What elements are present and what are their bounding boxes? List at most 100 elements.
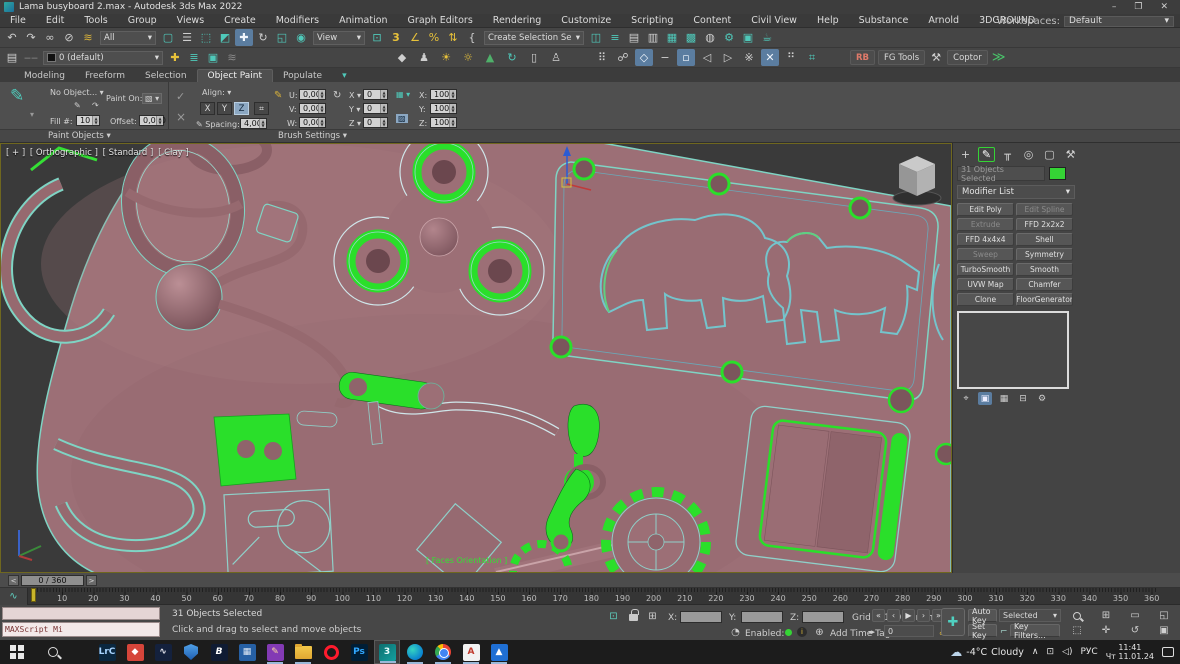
paint-on-dropdown[interactable]: ▧ ▾ [142, 93, 162, 104]
show-end-result-icon[interactable]: ▣ [978, 392, 992, 405]
selection-set-key-dropdown[interactable]: Selected▾ [999, 609, 1061, 622]
menu-item[interactable]: Views [167, 15, 215, 26]
taskbar-chrome[interactable] [430, 640, 456, 664]
ribbon-tab[interactable]: Freeform [75, 70, 135, 82]
edit-named-selection-icon[interactable]: { [463, 29, 481, 46]
populate-icon[interactable]: ♙ [547, 49, 565, 66]
schematic-view-icon[interactable]: ▩ [682, 29, 700, 46]
align-y-button[interactable]: Y [217, 102, 232, 115]
modifier-button[interactable]: UVW Map [957, 278, 1014, 291]
pan-icon[interactable]: ✛ [1095, 624, 1117, 637]
restore-button[interactable]: ❐ [1134, 2, 1142, 12]
taskbar-acrobat[interactable]: A [458, 640, 484, 664]
no-object-dropdown[interactable]: No Object... ▾ [50, 88, 104, 97]
redo-icon[interactable]: ↷ [22, 29, 40, 46]
modifier-button[interactable]: Clone [957, 293, 1014, 306]
zoom-icon[interactable] [1066, 609, 1088, 622]
scale-z-spinner[interactable]: 100▲▼ [430, 117, 457, 128]
create-tab-icon[interactable]: + [957, 147, 974, 162]
network-icon[interactable]: ⊡ [1047, 647, 1055, 657]
rotate-x-spinner[interactable]: 0▲▼ [363, 89, 388, 100]
pin-stack-icon[interactable]: ⌖ [959, 392, 973, 405]
set-keys-button[interactable]: ✚ [941, 608, 965, 636]
menu-item[interactable]: Rendering [483, 15, 552, 26]
taskbar-photoshop[interactable]: Ps [346, 640, 372, 664]
foliage-icon[interactable]: ▲ [481, 49, 499, 66]
modifier-button[interactable]: FloorGenerator [1016, 293, 1073, 306]
viewport-shading-menu[interactable]: [ Clay ] [158, 148, 189, 158]
modifier-button[interactable]: Edit Spline [1016, 203, 1073, 216]
menu-item[interactable]: Customize [551, 15, 621, 26]
object-color-swatch[interactable] [1049, 167, 1066, 180]
taskbar-red-app[interactable]: ◆ [122, 640, 148, 664]
current-frame-marker[interactable] [31, 588, 36, 602]
modifier-stack-list[interactable] [957, 311, 1069, 389]
fill-spinner[interactable]: 10▲▼ [76, 115, 100, 126]
maxscript-mini-listener-input[interactable]: MAXScript Mi [2, 622, 160, 637]
mirror-icon[interactable]: ◫ [587, 29, 605, 46]
taskbar-search[interactable] [40, 640, 66, 664]
maximize-viewport-icon[interactable]: ▣ [1153, 624, 1175, 637]
v-spinner[interactable]: 0,000▲▼ [299, 103, 326, 114]
align-icon[interactable]: ≡ [606, 29, 624, 46]
taskbar-curve-app[interactable]: ∿ [150, 640, 176, 664]
ribbon-tab[interactable]: Object Paint [197, 69, 273, 82]
create-layer-icon[interactable]: ✚ [166, 49, 184, 66]
layer-dropdown[interactable]: 0 (default)▾ [43, 51, 163, 65]
window-crossing-icon[interactable]: ◩ [216, 29, 234, 46]
workspaces-dropdown[interactable]: Default▾ [1064, 16, 1174, 27]
taskbar-paint[interactable]: ✎ [262, 640, 288, 664]
select-and-link-icon[interactable]: ∞ [41, 29, 59, 46]
taskbar-calculator[interactable]: ▦ [234, 640, 260, 664]
coordsys-dropdown[interactable]: View▾ [313, 31, 365, 45]
taskbar-photos[interactable]: ▲ [486, 640, 512, 664]
taskbar-explorer[interactable] [290, 640, 316, 664]
taskbar-b-app[interactable]: B [206, 640, 232, 664]
select-and-place-icon[interactable]: ◉ [292, 29, 310, 46]
taskbar-3dsmax[interactable]: 3 [374, 640, 400, 664]
hierarchy-tab-icon[interactable]: ╥ [999, 147, 1016, 162]
viewport-general-menu[interactable]: [ + ] [6, 148, 25, 158]
weather-widget[interactable]: ☁ -4°C Cloudy [950, 645, 1024, 659]
play-button[interactable]: ▶ [902, 609, 915, 622]
menu-item[interactable]: Substance [849, 15, 919, 26]
align-x-button[interactable]: X [200, 102, 215, 115]
zoom-extents-all-icon[interactable]: ◱ [1153, 609, 1175, 622]
menu-item[interactable]: Help [807, 15, 849, 26]
menu-item[interactable]: Graph Editors [398, 15, 483, 26]
x-coord-field[interactable] [680, 611, 722, 623]
object-name-field[interactable]: 31 Objects Selected [957, 166, 1045, 181]
menu-item[interactable]: Group [118, 15, 167, 26]
link-tools-icon[interactable]: ☍ [614, 49, 632, 66]
menu-item[interactable]: Civil View [741, 15, 807, 26]
wall-ruler-icon[interactable]: ⌗ [803, 49, 821, 66]
clock[interactable]: 11:41Чт 11.01.24 [1106, 643, 1154, 661]
menu-item[interactable]: Modifiers [266, 15, 329, 26]
layer-tools-icon[interactable]: ‒‒ [22, 49, 40, 66]
cancel-cross-icon[interactable]: × [176, 110, 186, 124]
dot-cursor-icon[interactable]: ▫ [677, 49, 695, 66]
paint-objects-panel-title[interactable]: Paint Objects ▾ [48, 131, 111, 141]
configure-modifier-sets-icon[interactable]: ⚙ [1035, 392, 1049, 405]
time-tag-icon[interactable]: ⊕ [812, 626, 827, 639]
edit-object-button[interactable]: ✎ [74, 101, 81, 110]
percent-snap-icon[interactable]: % [425, 29, 443, 46]
grid-a-icon[interactable]: ⠛ [782, 49, 800, 66]
rotate-y-spinner[interactable]: 0▲▼ [363, 103, 388, 114]
align-dropdown[interactable]: Align: ▾ [202, 88, 231, 97]
modify-tab-icon[interactable]: ✎ [978, 147, 995, 162]
zoom-all-icon[interactable]: ⊞ [1095, 609, 1117, 622]
brush-settings-panel-title[interactable]: Brush Settings ▾ [278, 131, 347, 141]
sunlight-icon[interactable]: ☼ [459, 49, 477, 66]
wings-plugin-icon[interactable]: ≫ [990, 49, 1008, 66]
menu-item[interactable]: File [0, 15, 36, 26]
pick-object-button[interactable]: ↷ [92, 101, 99, 110]
viewport-pov-menu[interactable]: [ Orthographic ] [30, 148, 98, 158]
bind-to-spacewarp-icon[interactable]: ≋ [79, 29, 97, 46]
time-slider-handle[interactable]: 0 / 360 [21, 575, 84, 586]
fg-tools-button[interactable]: FG Tools [878, 50, 925, 65]
w-spinner[interactable]: 0,000▲▼ [299, 117, 326, 128]
coptor-button[interactable]: Coptor [947, 50, 988, 65]
toggle-scene-explorer-icon[interactable]: ▤ [3, 49, 21, 66]
graphite-tools-icon[interactable]: ≋ [223, 49, 241, 66]
